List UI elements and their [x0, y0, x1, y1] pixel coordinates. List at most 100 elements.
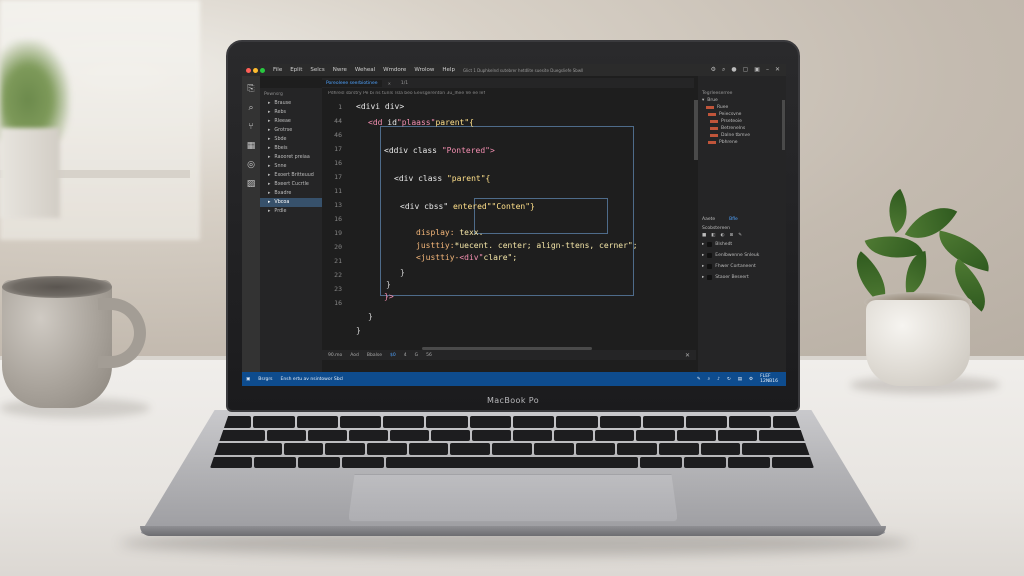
key[interactable]: [307, 429, 347, 441]
status-left[interactable]: Bsrgrs: [258, 377, 272, 382]
key[interactable]: [408, 443, 449, 455]
code-editor[interactable]: 1 44 46 17 16 17 11 13 16 19 20 21 22 23…: [322, 100, 694, 344]
maximize-window-button[interactable]: [260, 67, 265, 73]
split-icon[interactable]: ▢: [743, 66, 749, 74]
menu-item[interactable]: File: [273, 67, 282, 73]
property-row[interactable]: ▸ Fhwer Cortaneent: [698, 261, 786, 272]
key[interactable]: [492, 443, 532, 455]
menu-item[interactable]: Nwre: [333, 67, 347, 73]
layout-icon[interactable]: ▣: [754, 66, 760, 74]
close-panel-icon[interactable]: ✕: [685, 352, 696, 359]
tree-row[interactable]: ▾ Brue: [698, 97, 786, 104]
pencil-icon[interactable]: ✎: [697, 377, 701, 382]
layout-icon[interactable]: ▤: [738, 377, 742, 382]
key[interactable]: [686, 416, 728, 428]
key[interactable]: [348, 429, 388, 441]
close-icon[interactable]: ✕: [775, 66, 780, 74]
file-item[interactable]: ▸ Sbde: [260, 135, 322, 144]
key[interactable]: [640, 456, 682, 468]
panel-tab[interactable]: G: [415, 353, 419, 358]
key[interactable]: [617, 443, 657, 455]
key[interactable]: [642, 416, 685, 428]
minimize-icon[interactable]: –: [766, 66, 769, 74]
key[interactable]: [426, 416, 468, 428]
tree-row[interactable]: Dalne tbmve: [698, 132, 786, 139]
key[interactable]: [254, 456, 296, 468]
key[interactable]: [718, 429, 758, 441]
extensions-icon[interactable]: ▦: [247, 141, 256, 151]
key[interactable]: [729, 416, 771, 428]
search-icon[interactable]: ⌕: [722, 66, 725, 74]
close-tab-icon[interactable]: ✕: [388, 81, 391, 86]
source-control-icon[interactable]: ⑂: [248, 122, 253, 132]
right-panel-scrollbar[interactable]: [782, 100, 785, 150]
panel-tab[interactable]: 4: [404, 353, 407, 358]
key[interactable]: [366, 443, 407, 455]
key[interactable]: [339, 416, 382, 428]
file-item[interactable]: ▸ Grotrse: [260, 126, 322, 135]
key[interactable]: [512, 429, 552, 441]
key[interactable]: [636, 429, 676, 441]
tree-row[interactable]: Betrenelns: [698, 125, 786, 132]
panel-tab[interactable]: $0: [390, 353, 396, 358]
panel-tab[interactable]: Bfle: [729, 217, 738, 222]
key[interactable]: [296, 416, 338, 428]
settings-icon[interactable]: ⚙: [749, 377, 753, 382]
key[interactable]: [469, 416, 511, 428]
tree-row[interactable]: Prseteoie: [698, 118, 786, 125]
panel-tab[interactable]: Aaete: [702, 217, 715, 222]
file-item[interactable]: ▸ Prdle: [260, 207, 322, 216]
toolbar-icon[interactable]: ■: [702, 233, 706, 238]
panel-tab[interactable]: 56: [426, 353, 432, 358]
key[interactable]: [556, 416, 598, 428]
search-icon[interactable]: ⌕: [248, 103, 253, 113]
globe-icon[interactable]: ◎: [247, 160, 255, 170]
panel-tab[interactable]: Aod: [350, 353, 359, 358]
image-icon[interactable]: ▨: [247, 179, 256, 189]
key[interactable]: [575, 443, 616, 455]
file-item[interactable]: ▸ Bbeis: [260, 144, 322, 153]
sync-icon[interactable]: ↻: [727, 377, 731, 382]
key[interactable]: [512, 416, 555, 428]
key[interactable]: [283, 443, 324, 455]
key[interactable]: [700, 443, 741, 455]
key[interactable]: [450, 443, 491, 455]
search-icon[interactable]: ⌕: [708, 376, 711, 382]
file-item[interactable]: ▸ Raooret preiaa: [260, 153, 322, 162]
file-item-selected[interactable]: ▸ Vbcoa: [260, 198, 322, 207]
file-item[interactable]: ▸ Bxeert Cucrtle: [260, 180, 322, 189]
menu-item[interactable]: Help: [442, 67, 455, 73]
panel-tab[interactable]: Bbalse: [367, 353, 382, 358]
bell-icon[interactable]: ♪: [717, 377, 720, 382]
key[interactable]: [772, 456, 814, 468]
account-icon[interactable]: ●: [731, 66, 736, 74]
key[interactable]: [533, 443, 574, 455]
key[interactable]: [684, 456, 726, 468]
file-item[interactable]: ▸ Rleeae: [260, 117, 322, 126]
menu-item[interactable]: Wmdore: [383, 67, 406, 73]
settings-icon[interactable]: ⚙: [711, 66, 716, 74]
menu-item[interactable]: Wrolow: [414, 67, 434, 73]
editor-tab[interactable]: Poreoleee seerbiotinee: [322, 79, 382, 87]
file-item[interactable]: ▸ Brause: [260, 99, 322, 108]
tree-row[interactable]: Peiecsvne: [698, 111, 786, 118]
key[interactable]: [554, 429, 594, 441]
key[interactable]: [430, 429, 470, 441]
toolbar-icon[interactable]: ◐: [721, 233, 725, 238]
key[interactable]: [595, 429, 635, 441]
toolbar-icon[interactable]: ✎: [738, 233, 742, 238]
key[interactable]: [471, 429, 511, 441]
key[interactable]: [742, 443, 814, 455]
key[interactable]: [728, 456, 770, 468]
keyboard[interactable]: [210, 416, 814, 468]
key[interactable]: [342, 456, 384, 468]
file-item[interactable]: ▸ Exoert Britteuud: [260, 171, 322, 180]
key[interactable]: [266, 429, 306, 441]
key[interactable]: [599, 416, 641, 428]
key[interactable]: [210, 443, 282, 455]
property-row[interactable]: ▸ Blshedt: [698, 239, 786, 250]
file-item[interactable]: ▸ Bxadre: [260, 189, 322, 198]
key[interactable]: [210, 456, 252, 468]
toolbar-icon[interactable]: ⊞: [729, 233, 733, 238]
key[interactable]: [325, 443, 365, 455]
